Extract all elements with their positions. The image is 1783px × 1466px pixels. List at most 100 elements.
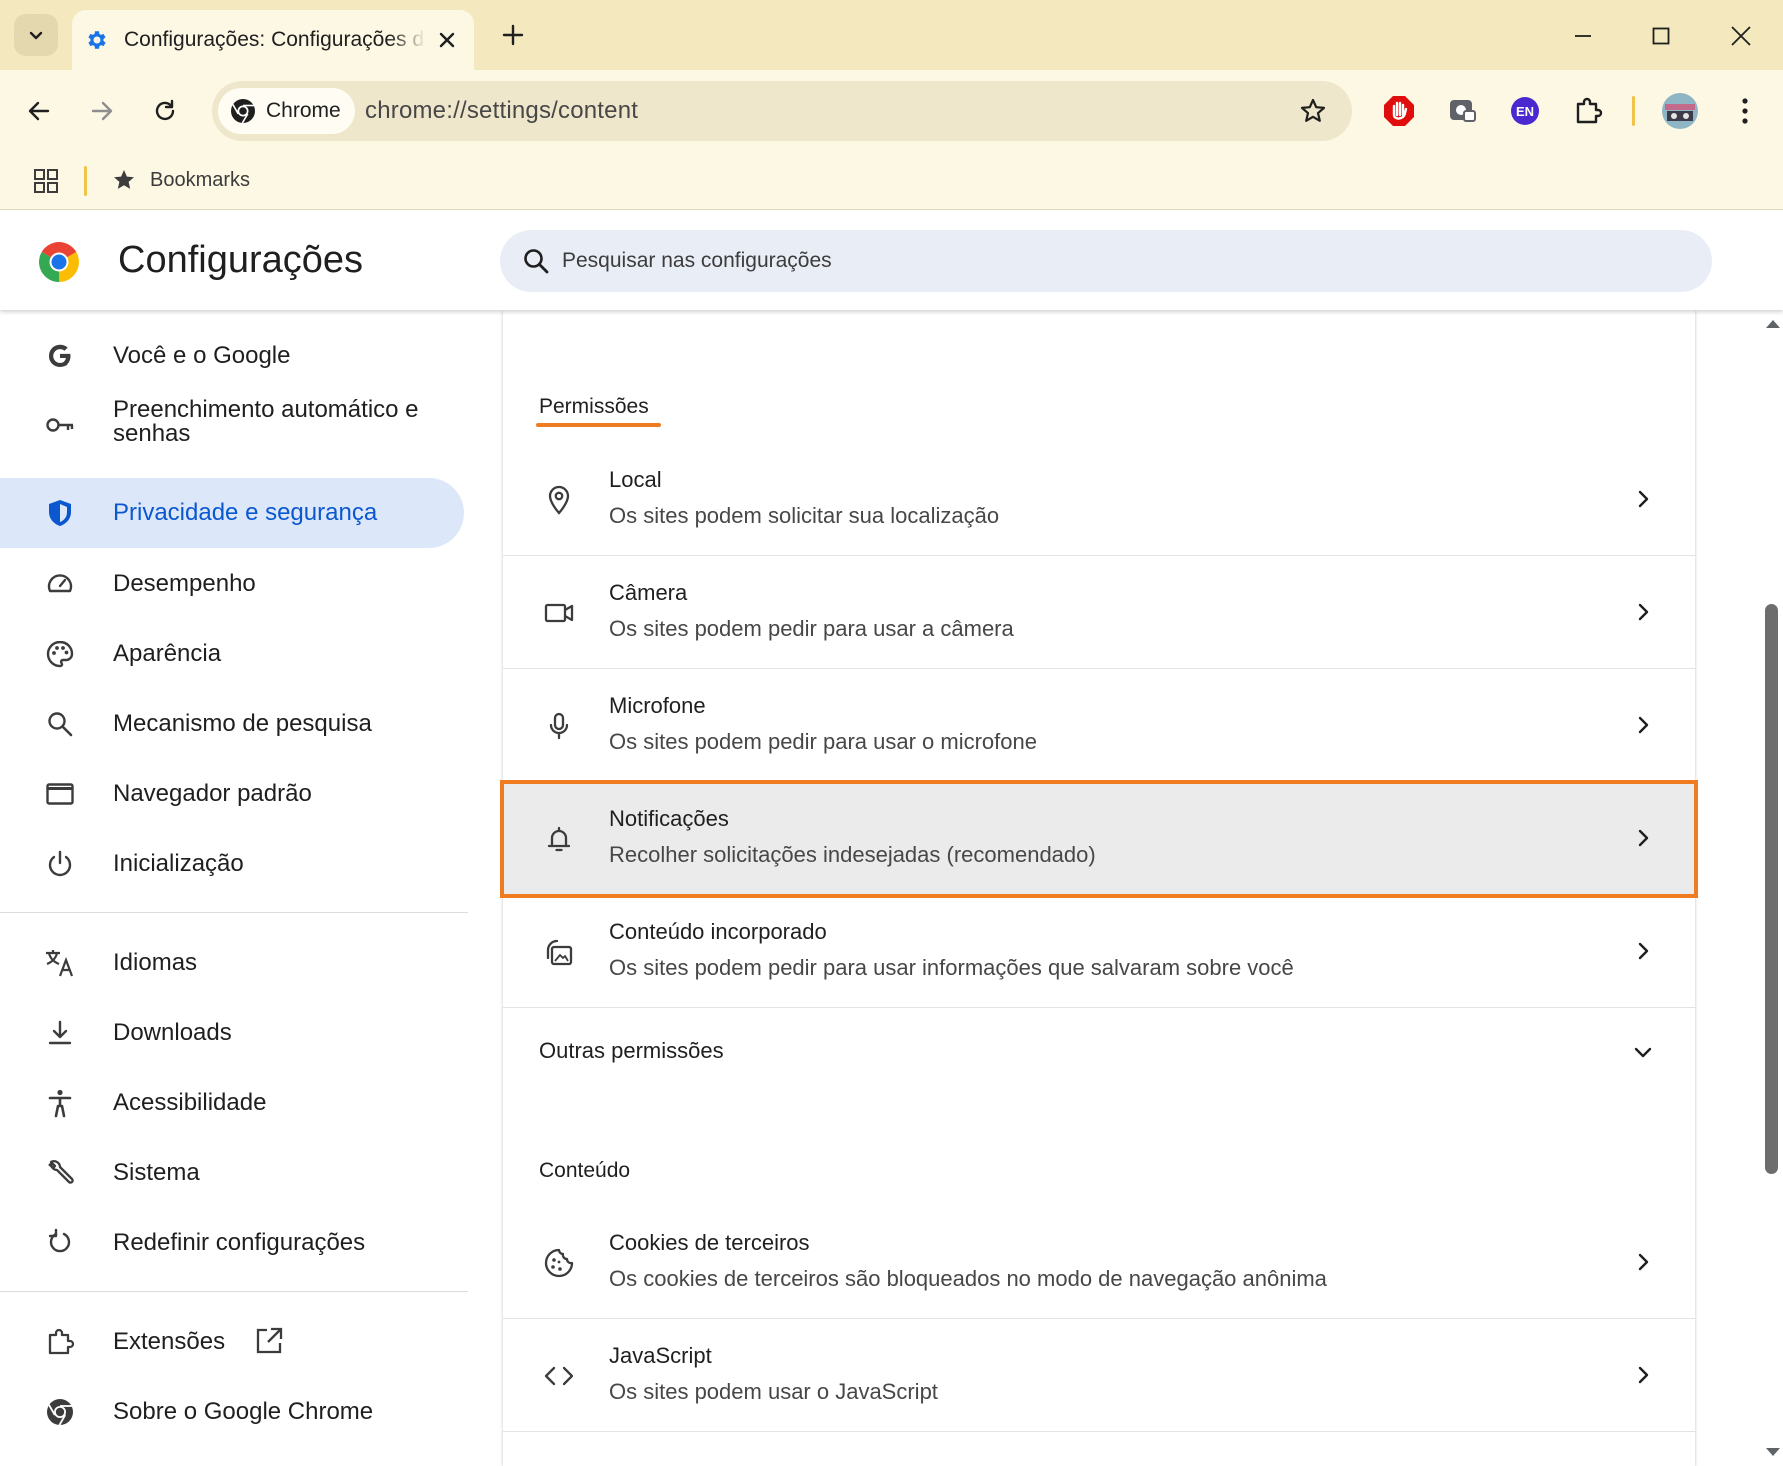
bookmarks-folder[interactable]: Bookmarks — [112, 160, 250, 200]
sidebar-item-label: Preenchimento automático e senhas — [113, 396, 419, 447]
extension-icon[interactable] — [1442, 91, 1482, 131]
row-title: Local — [609, 467, 662, 492]
sidebar-item-inicializacao[interactable]: Inicialização — [0, 836, 464, 892]
chrome-icon — [42, 1394, 78, 1430]
sidebar-item-acessibilidade[interactable]: Acessibilidade — [0, 1075, 464, 1131]
chevron-right-icon — [1627, 1359, 1659, 1391]
sidebar-item-label: Redefinir configurações — [113, 1229, 366, 1256]
wrench-icon — [42, 1155, 78, 1191]
sidebar-item-mecanismo-de-pesquisa[interactable]: Mecanismo de pesquisa — [0, 696, 464, 752]
permission-row-camera[interactable]: Câmera Os sites podem pedir para usar a … — [503, 556, 1695, 669]
scrollbar-thumb[interactable] — [1765, 604, 1778, 1174]
sidebar-item-navegador-padrao[interactable]: Navegador padrão — [0, 766, 464, 822]
row-subtitle: Os sites podem solicitar sua localização — [609, 503, 1000, 528]
chevron-right-icon — [1627, 709, 1659, 741]
permission-row-notificacoes[interactable]: Notificações Recolher solicitações indes… — [503, 782, 1695, 895]
new-tab-button[interactable] — [494, 16, 532, 54]
sidebar-item-voce-e-o-google[interactable]: Você e o Google — [0, 328, 464, 384]
arrow-right-icon — [91, 101, 113, 121]
close-tab-icon[interactable] — [434, 27, 460, 53]
chevron-right-icon — [1627, 483, 1659, 515]
sidebar-item-label: Mecanismo de pesquisa — [113, 710, 372, 737]
sidebar-item-privacidade[interactable]: Privacidade e segurança — [0, 478, 464, 548]
language-extension-icon[interactable]: EN — [1505, 91, 1545, 131]
tab-search-button[interactable] — [14, 14, 58, 56]
other-permissions-label: Outras permissões — [539, 1038, 724, 1063]
reset-icon — [42, 1225, 78, 1261]
apps-grid-icon[interactable] — [30, 165, 62, 197]
sidebar-item-preenchimento[interactable]: Preenchimento automático e senhas — [0, 388, 464, 462]
scroll-up-arrow-icon[interactable] — [1766, 320, 1780, 328]
content-row-cookies[interactable]: Cookies de terceiros Os cookies de terce… — [503, 1206, 1695, 1319]
sidebar-item-label: Idiomas — [113, 949, 198, 976]
sidebar-item-label: Downloads — [113, 1019, 232, 1046]
page-scrollbar[interactable] — [1760, 310, 1783, 1466]
sidebar-item-extensoes[interactable]: Extensões — [0, 1314, 464, 1370]
settings-search[interactable] — [500, 230, 1712, 292]
content-row-javascript[interactable]: JavaScript Os sites podem usar o JavaScr… — [503, 1319, 1695, 1432]
other-permissions-expander[interactable]: Outras permissões — [503, 1008, 1695, 1098]
sidebar-item-idiomas[interactable]: Idiomas — [0, 935, 464, 991]
sidebar-item-label: Inicialização — [113, 850, 244, 877]
scroll-down-arrow-icon[interactable] — [1766, 1448, 1780, 1456]
site-info-chip[interactable]: Chrome — [218, 88, 355, 134]
permissions-underline — [536, 423, 661, 427]
row-title: JavaScript — [609, 1343, 712, 1368]
external-link-icon — [254, 1326, 284, 1361]
sidebar-item-sobre-o-google-chrome[interactable]: Sobre o Google Chrome — [0, 1384, 464, 1440]
row-title: Cookies de terceiros — [609, 1230, 810, 1255]
menu-kebab-icon[interactable] — [1725, 91, 1765, 131]
sidebar-item-redefinir[interactable]: Redefinir configurações — [0, 1215, 464, 1271]
back-button[interactable] — [18, 90, 60, 132]
extensions-puzzle-icon[interactable] — [1568, 91, 1608, 131]
row-subtitle: Os cookies de terceiros são bloqueados n… — [609, 1266, 1327, 1291]
tab-strip: Configurações: Configurações de conteúdo — [0, 0, 1783, 70]
key-icon — [42, 407, 78, 443]
sidebar-item-downloads[interactable]: Downloads — [0, 1005, 464, 1061]
chevron-down-icon — [1627, 1036, 1659, 1068]
translate-icon — [42, 945, 78, 981]
site-chip-label: Chrome — [266, 99, 341, 122]
adblock-extension-icon[interactable] — [1379, 91, 1419, 131]
bookmarks-bar: Bookmarks — [0, 152, 1783, 210]
close-window-button[interactable] — [1716, 14, 1766, 58]
profile-avatar[interactable] — [1660, 91, 1700, 131]
camera-icon — [539, 593, 579, 633]
sidebar-item-sistema[interactable]: Sistema — [0, 1145, 464, 1201]
forward-button[interactable] — [81, 90, 123, 132]
toolbar-divider — [1632, 96, 1635, 126]
active-tab[interactable]: Configurações: Configurações de conteúdo — [72, 10, 474, 70]
page-title: Configurações — [118, 239, 364, 281]
sidebar-item-label: Privacidade e segurança — [113, 499, 378, 526]
permission-row-conteudo-incorporado[interactable]: Conteúdo incorporado Os sites podem pedi… — [503, 895, 1695, 1008]
url-text[interactable]: chrome://settings/content — [365, 81, 638, 141]
minimize-button[interactable] — [1558, 14, 1608, 58]
power-icon — [42, 846, 78, 882]
sidebar-item-label: Sistema — [113, 1159, 200, 1186]
permission-row-microfone[interactable]: Microfone Os sites podem pedir para usar… — [503, 669, 1695, 782]
settings-sidebar: Você e o Google Preenchimento automático… — [0, 310, 480, 1466]
bell-icon — [539, 819, 579, 859]
maximize-icon — [1652, 27, 1670, 45]
permission-row-local[interactable]: Local Os sites podem solicitar sua local… — [503, 443, 1695, 556]
sidebar-item-label: Acessibilidade — [113, 1089, 267, 1116]
sidebar-item-desempenho[interactable]: Desempenho — [0, 556, 464, 612]
search-input[interactable] — [562, 249, 1662, 273]
sidebar-item-label: Aparência — [113, 640, 222, 667]
search-icon — [42, 706, 78, 742]
bookmark-star-icon[interactable] — [1298, 96, 1328, 126]
search-icon — [520, 245, 552, 277]
reload-button[interactable] — [144, 90, 186, 132]
bookmarks-label: Bookmarks — [150, 168, 251, 191]
row-title: Notificações — [609, 806, 729, 831]
browser-window-icon — [42, 776, 78, 812]
maximize-button[interactable] — [1636, 14, 1686, 58]
chevron-right-icon — [1627, 1246, 1659, 1278]
plus-icon — [502, 24, 524, 46]
chevron-right-icon — [1627, 935, 1659, 967]
sidebar-divider — [0, 1291, 468, 1292]
row-subtitle: Os sites podem pedir para usar informaçõ… — [609, 955, 1294, 980]
sidebar-item-label: Extensões — [113, 1328, 226, 1355]
sidebar-item-aparencia[interactable]: Aparência — [0, 626, 464, 682]
address-bar[interactable]: Chrome chrome://settings/content — [212, 81, 1352, 141]
